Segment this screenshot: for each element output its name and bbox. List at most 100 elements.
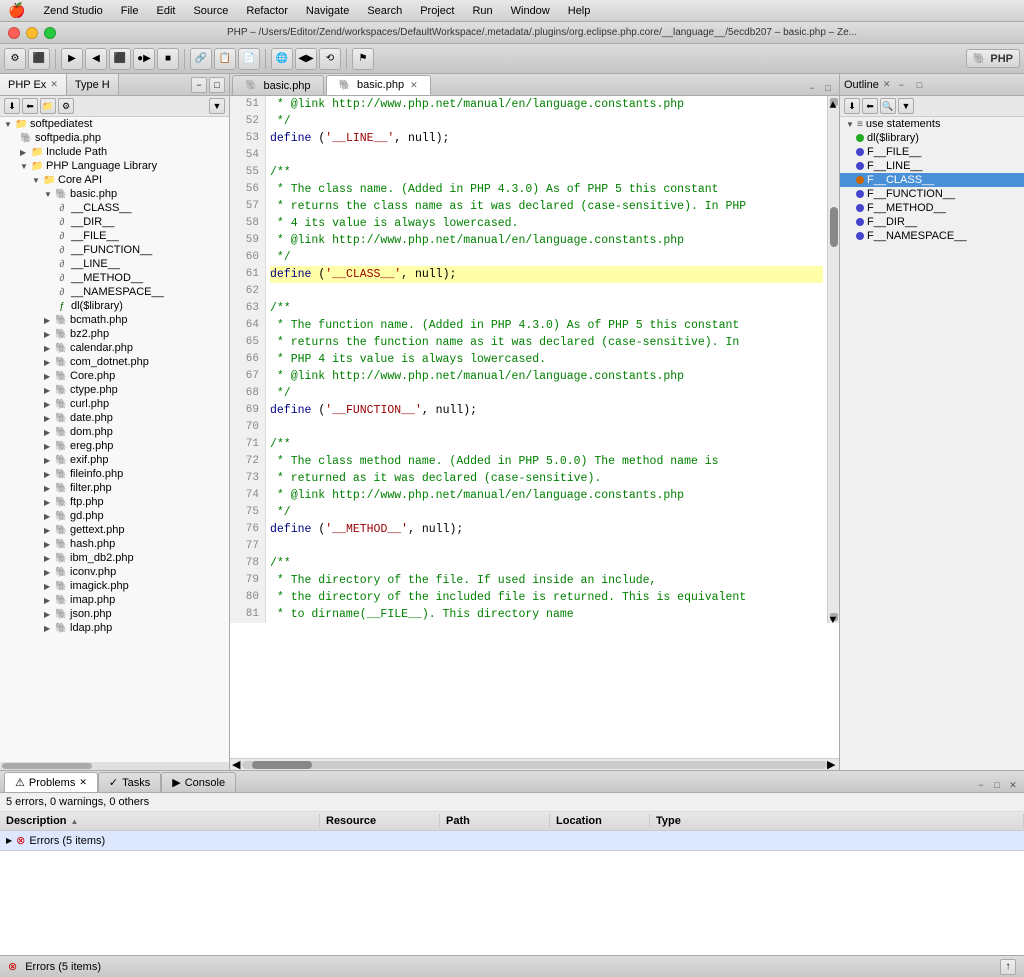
scroll-up-button[interactable]: ▲ (830, 98, 838, 106)
tree-item-exif[interactable]: ▶ 🐘 exif.php (0, 453, 229, 467)
col-path-header[interactable]: Path (440, 814, 550, 828)
tree-item-softpedia-php[interactable]: 🐘 softpedia.php (0, 131, 229, 145)
left-panel-ctrl-btn-5[interactable]: ▼ (209, 98, 225, 114)
tree-item-calendar[interactable]: ▶ 🐘 calendar.php (0, 341, 229, 355)
problems-tab-close[interactable]: ✕ (79, 777, 87, 788)
left-panel-ctrl-btn-4[interactable]: ⚙ (58, 98, 74, 114)
col-resource-header[interactable]: Resource (320, 814, 440, 828)
outline-ctrl-btn-2[interactable]: ⬅ (862, 98, 878, 114)
outline-item-class-const[interactable]: F__CLASS__ (840, 173, 1024, 187)
editor-minimize-button[interactable]: − (805, 81, 819, 95)
error-row-1[interactable]: ▶ ⊗ Errors (5 items) (0, 831, 1024, 851)
tab-type-hierarchy[interactable]: Type H (67, 74, 119, 95)
bottom-panel-close-button[interactable]: ✕ (1006, 778, 1020, 792)
vertical-scrollbar-thumb[interactable] (830, 207, 838, 247)
outline-item-dir-const[interactable]: F__DIR__ (840, 215, 1024, 229)
outline-item-function-const[interactable]: F__FUNCTION__ (840, 187, 1024, 201)
tree-item-file[interactable]: ∂ __FILE__ (0, 229, 229, 243)
menu-file[interactable]: File (113, 3, 147, 19)
menu-search[interactable]: Search (359, 3, 410, 19)
toolbar-btn-8[interactable]: 🔗 (190, 48, 212, 70)
left-panel-ctrl-btn-2[interactable]: ⬅ (22, 98, 38, 114)
editor-tab-basic-php-2[interactable]: 🐘 basic.php ✕ (326, 75, 431, 95)
tree-item-dl-library[interactable]: ƒ dl($library) (0, 299, 229, 313)
left-panel-maximize-button[interactable]: □ (209, 77, 225, 93)
minimize-window-button[interactable] (26, 27, 38, 39)
tree-item-imagick[interactable]: ▶ 🐘 imagick.php (0, 579, 229, 593)
menu-refactor[interactable]: Refactor (238, 3, 296, 19)
tree-item-php-include-path[interactable]: ▶ 📁 Include Path (0, 145, 229, 159)
tree-item-imap[interactable]: ▶ 🐘 imap.php (0, 593, 229, 607)
tree-item-softpediatest[interactable]: ▼ 📁 softpediatest (0, 117, 229, 131)
outline-ctrl-btn-3[interactable]: 🔍 (880, 98, 896, 114)
tree-item-fileinfo[interactable]: ▶ 🐘 fileinfo.php (0, 467, 229, 481)
tree-item-function[interactable]: ∂ __FUNCTION__ (0, 243, 229, 257)
scroll-down-button[interactable]: ▼ (830, 613, 838, 621)
outline-ctrl-btn-4[interactable]: ▼ (898, 98, 914, 114)
error-expand-icon[interactable]: ▶ (6, 836, 12, 845)
tree-item-core[interactable]: ▶ 🐘 Core.php (0, 369, 229, 383)
menu-help[interactable]: Help (560, 3, 599, 19)
menu-navigate[interactable]: Navigate (298, 3, 357, 19)
menu-project[interactable]: Project (412, 3, 462, 19)
code-text[interactable]: * @link http://www.php.net/manual/en/lan… (266, 96, 827, 623)
toolbar-btn-11[interactable]: 🌐 (271, 48, 293, 70)
outline-item-method-const[interactable]: F__METHOD__ (840, 201, 1024, 215)
tab-console[interactable]: ▶ Console (161, 772, 236, 792)
bottom-panel-minimize-button[interactable]: − (974, 778, 988, 792)
tree-item-ftp[interactable]: ▶ 🐘 ftp.php (0, 495, 229, 509)
code-editor[interactable]: 51 52 53 54 55 56 57 58 59 60 61 62 63 6… (230, 96, 839, 758)
menu-window[interactable]: Window (503, 3, 558, 19)
menu-run[interactable]: Run (464, 3, 500, 19)
menu-zend-studio[interactable]: Zend Studio (35, 3, 110, 19)
toolbar-btn-1[interactable]: ⚙ (4, 48, 26, 70)
status-scroll-up-button[interactable]: ↑ (1000, 959, 1016, 975)
outline-item-file-const[interactable]: F__FILE__ (840, 145, 1024, 159)
toolbar-btn-10[interactable]: 📄 (238, 48, 260, 70)
tab-problems[interactable]: ⚠ Problems ✕ (4, 772, 98, 792)
horizontal-scrollbar[interactable]: ◀ ▶ (230, 758, 839, 770)
tree-item-date[interactable]: ▶ 🐘 date.php (0, 411, 229, 425)
tree-item-curl[interactable]: ▶ 🐘 curl.php (0, 397, 229, 411)
scroll-left-button[interactable]: ◀ (232, 758, 242, 771)
tab-tasks[interactable]: ✓ Tasks (98, 772, 161, 792)
editor-maximize-button[interactable]: □ (821, 81, 835, 95)
close-window-button[interactable] (8, 27, 20, 39)
menu-source[interactable]: Source (185, 3, 236, 19)
outline-item-dl-library[interactable]: dl($library) (840, 131, 1024, 145)
tree-item-basic-php[interactable]: ▼ 🐘 basic.php (0, 187, 229, 201)
left-panel-ctrl-btn-3[interactable]: 📁 (40, 98, 56, 114)
left-panel-ctrl-btn-1[interactable]: ⬇ (4, 98, 20, 114)
outline-item-namespace-const[interactable]: F__NAMESPACE__ (840, 229, 1024, 243)
tree-item-com-dotnet[interactable]: ▶ 🐘 com_dotnet.php (0, 355, 229, 369)
tree-item-json[interactable]: ▶ 🐘 json.php (0, 607, 229, 621)
tree-item-ctype[interactable]: ▶ 🐘 ctype.php (0, 383, 229, 397)
col-location-header[interactable]: Location (550, 814, 650, 828)
tree-item-line[interactable]: ∂ __LINE__ (0, 257, 229, 271)
toolbar-btn-4[interactable]: ◀ (85, 48, 107, 70)
scroll-right-button[interactable]: ▶ (827, 758, 837, 771)
tree-item-namespace[interactable]: ∂ __NAMESPACE__ (0, 285, 229, 299)
col-description-header[interactable]: Description ▲ (0, 814, 320, 828)
editor-tab-basic-php-1[interactable]: 🐘 basic.php (232, 75, 324, 95)
menu-edit[interactable]: Edit (149, 3, 184, 19)
tree-item-ereg[interactable]: ▶ 🐘 ereg.php (0, 439, 229, 453)
scrollbar-thumb[interactable] (252, 761, 312, 769)
tab-php-explorer[interactable]: PHP Ex ✕ (0, 74, 67, 95)
toolbar-btn-3[interactable]: ▶ (61, 48, 83, 70)
toolbar-btn-9[interactable]: 📋 (214, 48, 236, 70)
tree-item-ibm-db2[interactable]: ▶ 🐘 ibm_db2.php (0, 551, 229, 565)
toolbar-btn-7[interactable]: ■ (157, 48, 179, 70)
left-panel-minimize-button[interactable]: − (191, 77, 207, 93)
tree-item-core-api[interactable]: ▼ 📁 Core API (0, 173, 229, 187)
php-explorer-tab-close[interactable]: ✕ (50, 79, 58, 90)
tree-item-ldap[interactable]: ▶ 🐘 ldap.php (0, 621, 229, 635)
tree-item-php-language-library[interactable]: ▼ 📁 PHP Language Library (0, 159, 229, 173)
tree-item-hash[interactable]: ▶ 🐘 hash.php (0, 537, 229, 551)
tree-item-dom[interactable]: ▶ 🐘 dom.php (0, 425, 229, 439)
tree-item-method[interactable]: ∂ __METHOD__ (0, 271, 229, 285)
tree-item-bcmath[interactable]: ▶ 🐘 bcmath.php (0, 313, 229, 327)
tree-item-class[interactable]: ∂ __CLASS__ (0, 201, 229, 215)
outline-item-use-statements[interactable]: ▼ ≡ use statements (840, 117, 1024, 131)
tree-item-dir[interactable]: ∂ __DIR__ (0, 215, 229, 229)
